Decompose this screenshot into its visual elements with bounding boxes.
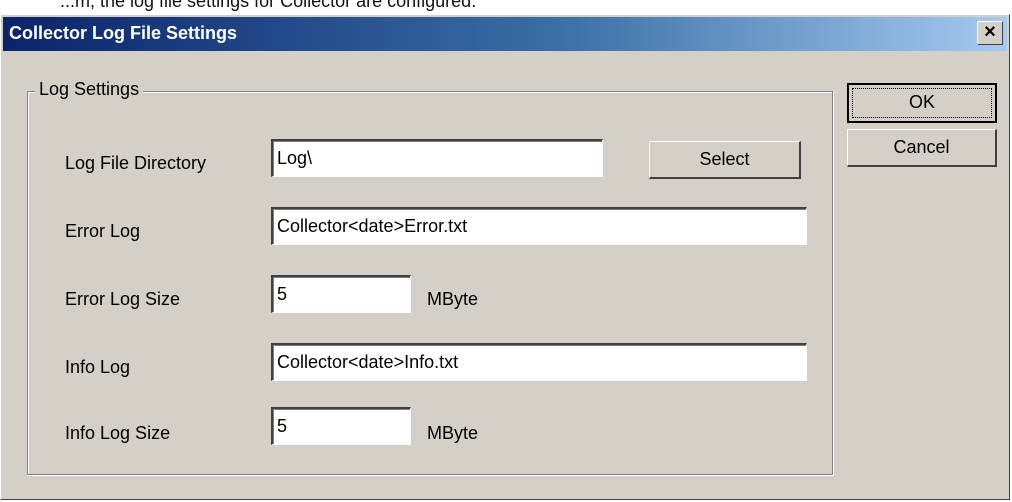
settings-dialog: Collector Log File Settings × Log Settin… [0, 14, 1010, 500]
error-log-label: Error Log [65, 221, 141, 241]
cancel-button[interactable]: Cancel [847, 129, 997, 167]
info-log-label: Info Log [65, 357, 131, 377]
error-log-size-label: Error Log Size [65, 289, 181, 309]
select-button[interactable]: Select [649, 141, 801, 179]
window-title: Collector Log File Settings [9, 23, 238, 43]
error-log-size-input[interactable]: 5 [271, 275, 411, 313]
info-log-size-unit: MByte [427, 423, 479, 443]
info-log-input[interactable]: Collector<date>Info.txt [271, 343, 807, 381]
error-log-input[interactable]: Collector<date>Error.txt [271, 207, 807, 245]
background-text: ...m, the log file settings for Collecto… [60, 0, 477, 11]
ok-button[interactable]: OK [847, 83, 997, 123]
title-bar[interactable]: Collector Log File Settings × [3, 17, 1007, 51]
log-file-directory-label: Log File Directory [65, 153, 207, 173]
close-icon: × [984, 21, 996, 43]
error-log-size-unit: MByte [427, 289, 479, 309]
focus-indicator [852, 88, 992, 118]
log-file-directory-input[interactable]: Log\ [271, 139, 603, 177]
group-legend: Log Settings [35, 79, 144, 100]
background-text-strip: ...m, the log file settings for Collecto… [0, 0, 1012, 14]
info-log-size-label: Info Log Size [65, 423, 171, 443]
close-button[interactable]: × [977, 21, 1003, 45]
info-log-size-input[interactable]: 5 [271, 407, 411, 445]
